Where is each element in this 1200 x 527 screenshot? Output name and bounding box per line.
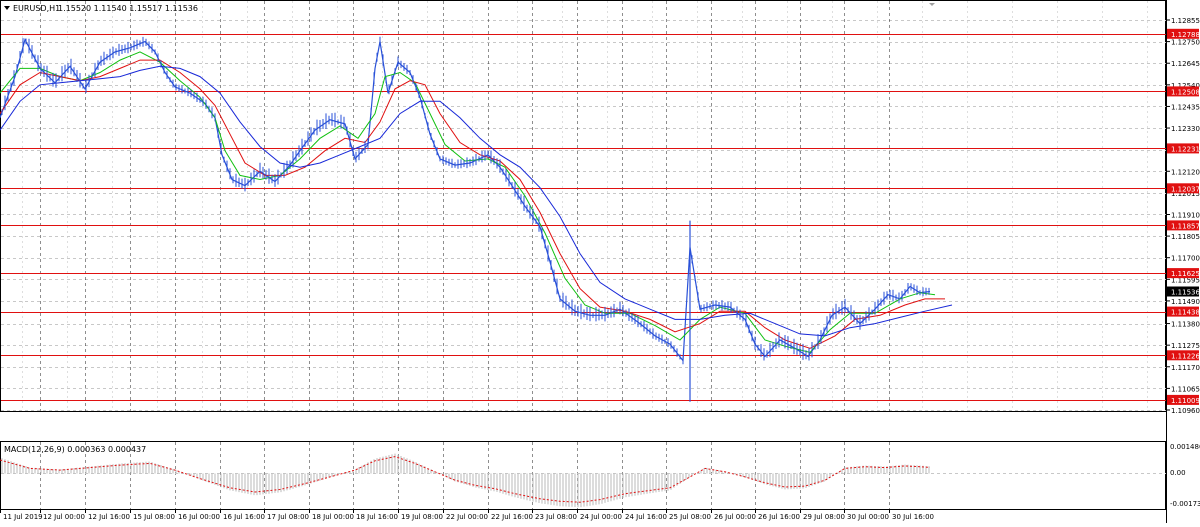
- x-tick-label: 30 Jul 00:00: [847, 513, 889, 521]
- level-price-tag-label: 1.11438: [1171, 309, 1200, 317]
- x-tick-label: 18 Jul 16:00: [356, 513, 398, 521]
- x-tick-label: 30 Jul 16:00: [892, 513, 934, 521]
- trading-chart[interactable]: 1.12855 1.12750 1.12645 1.12540 1.12435 1.123…: [0, 0, 1200, 523]
- level-price-tag-label: 1.11009: [1171, 397, 1200, 405]
- ohlc-readout: 1.15520 1.11540 1.15517 1.11536: [58, 4, 198, 13]
- level-price-tag-label: 1.12231: [1171, 145, 1200, 153]
- x-tick-label: 25 Jul 08:00: [669, 513, 711, 521]
- x-tick-label: 26 Jul 16:00: [758, 513, 800, 521]
- x-tick-label: 12 Jul 16:00: [88, 513, 130, 521]
- y-tick-label: 1.11275: [1171, 342, 1200, 350]
- y-tick-label: 1.10960: [1171, 407, 1200, 415]
- x-tick-label: 26 Jul 00:00: [714, 513, 756, 521]
- level-price-tag-label: 1.11857: [1171, 222, 1200, 230]
- y-tick-label: 1.12330: [1171, 125, 1200, 133]
- macd-tick-top: 0.001486: [1170, 443, 1200, 451]
- x-tick-label: 18 Jul 00:00: [312, 513, 354, 521]
- chart-canvas[interactable]: 1.128551.127501.126451.125401.124351.123…: [0, 0, 1200, 523]
- level-price-tag-label: 1.12788: [1171, 31, 1200, 39]
- symbol-header: EURUSD,H1 1.15520 1.11540 1.15517 1.1153…: [4, 4, 198, 13]
- y-tick-label: 1.11805: [1171, 233, 1200, 241]
- y-tick-label: 1.11065: [1171, 385, 1200, 393]
- x-tick-label: 19 Jul 08:00: [401, 513, 443, 521]
- x-tick-label: 11 Jul 2019: [3, 513, 43, 521]
- level-price-tag-label: 1.11226: [1171, 352, 1200, 360]
- x-tick-label: 17 Jul 08:00: [267, 513, 309, 521]
- y-tick-label: 1.11910: [1171, 212, 1200, 220]
- macd-label: MACD(12,26,9) 0.000363 0.000437: [4, 445, 146, 454]
- x-tick-label: 23 Jul 08:00: [535, 513, 577, 521]
- y-tick-label: 1.11700: [1171, 255, 1200, 263]
- level-price-tag-label: 1.12508: [1171, 88, 1200, 96]
- y-tick-label: 1.12435: [1171, 103, 1200, 111]
- x-tick-label: 22 Jul 16:00: [491, 513, 533, 521]
- x-tick-label: 29 Jul 08:00: [803, 513, 845, 521]
- x-tick-label: 16 Jul 00:00: [178, 513, 220, 521]
- x-tick-label: 22 Jul 00:00: [446, 513, 488, 521]
- symbol-label: EURUSD,H1: [13, 4, 60, 13]
- x-tick-label: 15 Jul 08:00: [133, 513, 175, 521]
- x-tick-label: 12 Jul 00:00: [43, 513, 85, 521]
- macd-tick-bottom: -0.001739: [1170, 500, 1200, 508]
- y-tick-label: 1.12120: [1171, 168, 1200, 176]
- y-tick-label: 1.12855: [1171, 17, 1200, 25]
- macd-panel-frame: [0, 441, 1166, 510]
- y-tick-label: 1.11380: [1171, 321, 1200, 329]
- x-tick-label: 24 Jul 16:00: [625, 513, 667, 521]
- x-tick-label: 24 Jul 00:00: [580, 513, 622, 521]
- y-tick-label: 1.12645: [1171, 60, 1200, 68]
- y-tick-label: 1.11170: [1171, 364, 1200, 372]
- y-tick-label: 1.12750: [1171, 39, 1200, 47]
- level-price-tag-label: 1.11625: [1171, 270, 1200, 278]
- x-tick-label: 16 Jul 16:00: [223, 513, 265, 521]
- current-price-label: 1.11536: [1171, 289, 1200, 297]
- macd-tick-zero: 0.00: [1170, 469, 1186, 477]
- level-price-tag-label: 1.12037: [1171, 185, 1200, 193]
- y-tick-label: 1.11490: [1171, 298, 1200, 306]
